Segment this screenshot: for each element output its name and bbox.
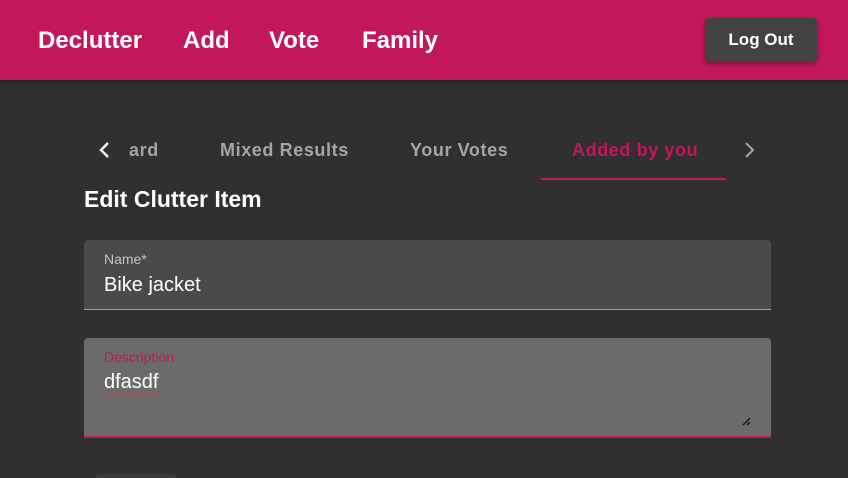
name-field-label: Name* <box>104 251 147 267</box>
nav-link-vote[interactable]: Vote <box>269 0 319 80</box>
chevron-right-icon[interactable] <box>737 138 761 162</box>
partial-button[interactable] <box>96 474 176 478</box>
app-bar: Declutter Add Vote Family Log Out <box>0 0 848 80</box>
logout-button[interactable]: Log Out <box>705 18 817 62</box>
name-field[interactable]: Name* Bike jacket <box>84 240 771 310</box>
tab-added-by-you[interactable]: Added by you <box>572 122 698 178</box>
name-input[interactable]: Bike jacket <box>104 274 201 297</box>
tab-your-votes[interactable]: Your Votes <box>410 122 508 178</box>
nav-link-add[interactable]: Add <box>183 0 230 80</box>
description-textarea[interactable]: dfasdf <box>104 371 158 394</box>
tab-mixed-results[interactable]: Mixed Results <box>220 122 349 178</box>
tab-leaderboard[interactable]: ard <box>129 122 159 178</box>
nav-link-family[interactable]: Family <box>362 0 438 80</box>
resize-handle-icon[interactable] <box>739 414 751 426</box>
chevron-left-icon[interactable] <box>93 138 117 162</box>
description-field-label: Description <box>104 349 175 365</box>
active-tab-indicator <box>541 178 726 180</box>
nav-link-declutter[interactable]: Declutter <box>38 0 142 80</box>
description-field[interactable]: Description dfasdf <box>84 338 771 438</box>
tab-bar: ard Mixed Results Your Votes Added by yo… <box>84 122 772 180</box>
page-title: Edit Clutter Item <box>84 186 262 212</box>
